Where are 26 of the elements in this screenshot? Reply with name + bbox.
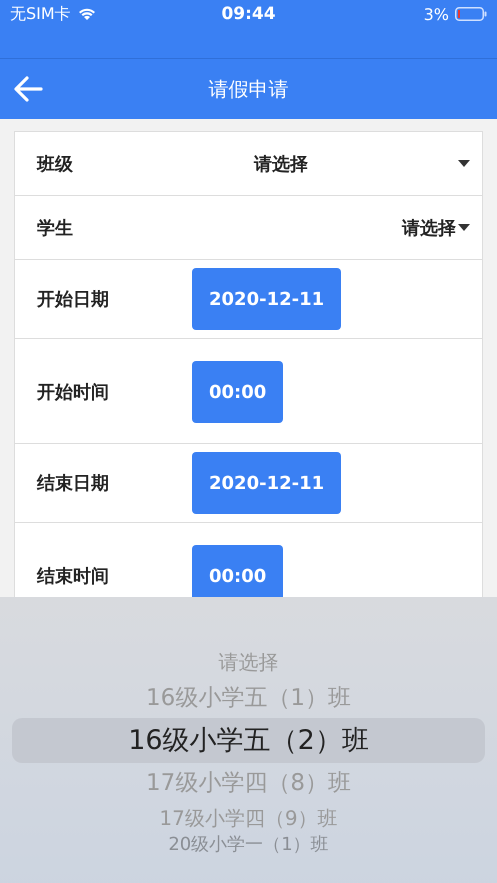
field-label: 学生 <box>37 216 74 240</box>
field-label: 班级 <box>37 152 74 176</box>
wifi-icon <box>76 7 97 21</box>
field-label: 结束日期 <box>37 472 110 495</box>
picker-option[interactable]: 17级小学四（8）班 <box>0 763 497 803</box>
picker-button[interactable]: 2020-12-11 <box>192 452 342 514</box>
caret-icon <box>458 160 470 168</box>
picker-option[interactable]: 17级小学四（9）班 <box>0 803 497 834</box>
picker-button[interactable]: 00:00 <box>192 361 284 423</box>
picker-option[interactable]: 16级小学五（2）班 <box>12 718 485 763</box>
field-label: 结束时间 <box>37 565 110 588</box>
field-label: 开始时间 <box>37 381 110 404</box>
field-label: 开始日期 <box>37 288 110 311</box>
back-button[interactable] <box>12 74 44 104</box>
page-title: 请假申请 <box>208 76 290 102</box>
select-field[interactable]: 请选择 <box>192 216 470 240</box>
battery-percent: 3% <box>424 4 449 24</box>
caret-icon <box>458 224 470 232</box>
select-field[interactable]: 请选择 <box>192 152 470 176</box>
battery-icon <box>455 7 487 21</box>
picker-option[interactable]: 20级小学一（1）班 <box>0 834 497 856</box>
clock-time: 09:44 <box>220 4 277 24</box>
picker-option[interactable]: 16级小学五（1）班 <box>0 678 497 718</box>
picker-button[interactable]: 2020-12-11 <box>192 268 342 330</box>
picker-option[interactable]: 请选择 <box>0 647 497 678</box>
carrier-text: 无SIM卡 <box>10 4 71 24</box>
